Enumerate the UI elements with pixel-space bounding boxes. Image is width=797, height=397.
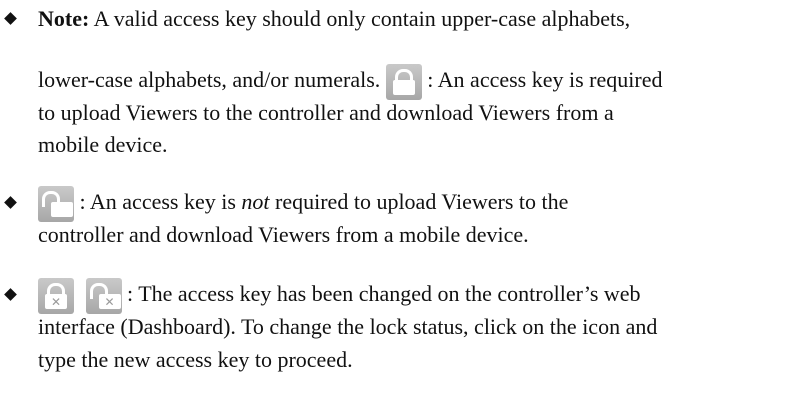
bullet-marker bbox=[4, 196, 17, 209]
document-page: { "note_prefix": "Note:", "note_line1": … bbox=[0, 0, 797, 397]
note-line-4: mobile device. bbox=[38, 132, 168, 157]
note-label: Note: bbox=[38, 6, 90, 31]
x-mark-icon: ✕ bbox=[50, 294, 62, 309]
bullet-marker bbox=[4, 12, 17, 25]
note-line-1: Note: A valid access key should only con… bbox=[38, 6, 631, 31]
changed-line-1: ✕ ✕ : The access key has been changed on… bbox=[38, 278, 641, 314]
unlocked-line-2: controller and download Viewers from a m… bbox=[38, 222, 529, 247]
bullet-marker bbox=[4, 288, 17, 301]
lock-closed-icon bbox=[385, 64, 422, 100]
lock-closed-changed-icon: ✕ bbox=[38, 278, 74, 314]
lock-open-changed-icon: ✕ bbox=[85, 278, 122, 314]
note-line-3: to upload Viewers to the controller and … bbox=[38, 100, 614, 125]
x-mark-icon: ✕ bbox=[104, 294, 115, 309]
changed-line-2: interface (Dashboard). To change the loc… bbox=[38, 314, 658, 339]
note-line-2: lower-case alphabets, and/or numerals. :… bbox=[38, 64, 662, 100]
unlocked-line-1: : An access key is not required to uploa… bbox=[38, 186, 568, 222]
lock-open-icon bbox=[38, 186, 74, 222]
changed-line-3: type the new access key to proceed. bbox=[38, 347, 353, 372]
